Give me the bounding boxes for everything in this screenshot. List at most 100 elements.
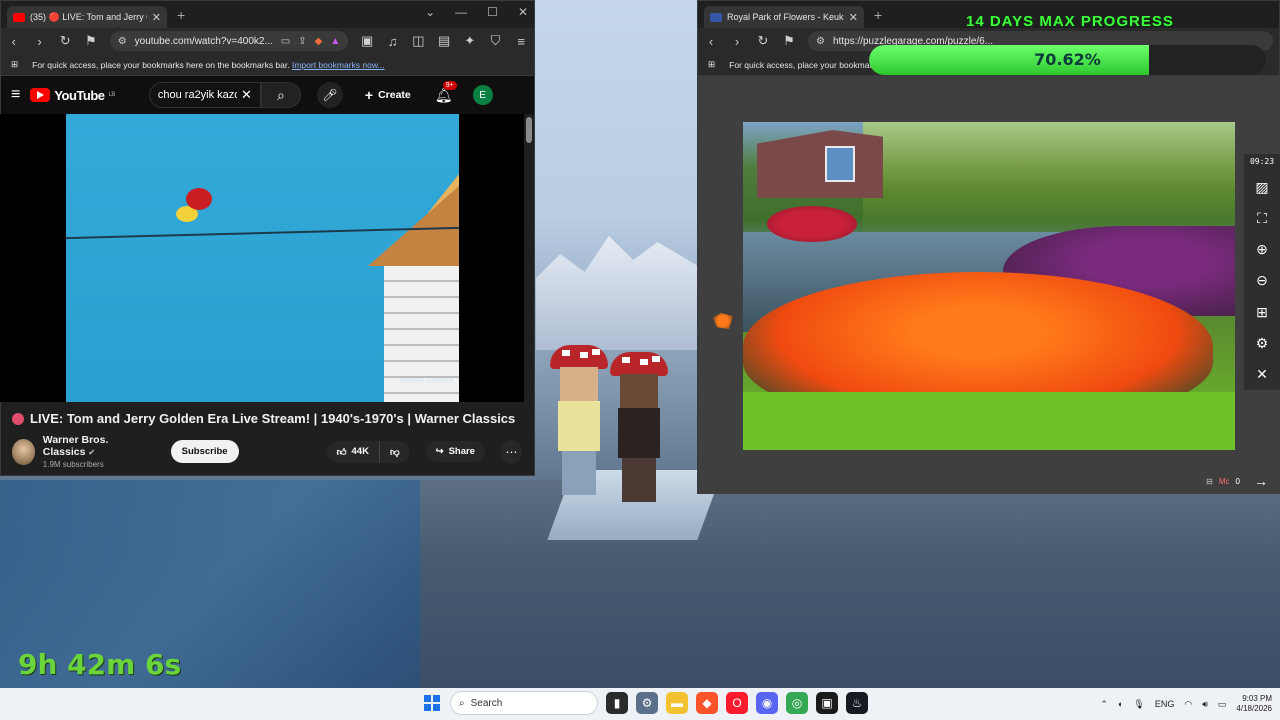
forward-icon[interactable]: › (730, 34, 744, 49)
preview-image-icon[interactable]: ▨ (1255, 172, 1268, 203)
notifications-bell-icon[interactable]: 🔔︎ 9+ (435, 80, 457, 104)
menu-icon[interactable]: ≡ (514, 34, 528, 49)
task-view-icon[interactable]: ▮ (606, 692, 628, 714)
grid-icon[interactable]: ⊞ (1256, 297, 1268, 328)
bookmark-icon[interactable]: ⚑ (782, 33, 796, 49)
more-actions-icon[interactable]: ⋯ (500, 439, 523, 464)
volume-icon[interactable]: 🔊︎ (1202, 699, 1208, 710)
subscribe-button[interactable]: Subscribe (170, 440, 239, 463)
live-indicator-icon (12, 412, 24, 425)
youtube-favicon-icon (13, 12, 25, 22)
brave-browser-icon[interactable]: ◆ (696, 692, 718, 714)
windows-start-icon[interactable] (422, 693, 442, 713)
channel-avatar[interactable] (12, 438, 35, 465)
avatar[interactable]: E (472, 85, 493, 105)
apps-icon[interactable]: ⊞ (708, 59, 715, 70)
reload-icon[interactable]: ↻ (58, 33, 72, 49)
forward-icon[interactable]: › (33, 34, 47, 49)
video-title-text: LIVE: Tom and Jerry Golden Era Live Stre… (30, 411, 516, 426)
channel-name[interactable]: Warner Bros. Classics (43, 434, 109, 458)
tab-search-icon[interactable]: ⌄ (425, 5, 435, 19)
share-page-icon[interactable]: ⇪ (298, 36, 306, 47)
mic-icon[interactable]: 🎙︎ (1133, 699, 1144, 710)
address-bar[interactable]: ⚙ youtube.com/watch?v=400k2... ▭ ⇪ ◆ ▲ (109, 31, 349, 51)
new-tab-icon[interactable]: + (874, 7, 882, 23)
back-icon[interactable]: ‹ (7, 34, 21, 49)
rewards-icon[interactable]: ▲ (330, 36, 340, 47)
browser-toolbar: ‹ › ↻ ⚑ ⚙ youtube.com/watch?v=400k2... ▭… (1, 28, 534, 54)
brave-shield-icon[interactable]: ◆ (315, 36, 323, 47)
page-scrollbar[interactable] (526, 115, 532, 467)
fullscreen-icon[interactable]: ⛶ (1257, 203, 1267, 234)
wallet-icon[interactable]: ▤ (437, 33, 451, 49)
bookmarks-hint: For quick access, place your bookmark (729, 59, 877, 70)
youtube-search-input[interactable]: chou ra2yik kazdc ✕ (148, 82, 261, 108)
search-query: chou ra2yik kazdc (157, 89, 237, 101)
verified-badge-icon: ✔ (88, 448, 96, 457)
wifi-icon[interactable]: ◠ (1184, 699, 1192, 710)
create-label: Create (378, 89, 411, 101)
maximize-icon[interactable]: ☐ (487, 5, 498, 19)
tab-youtube[interactable]: (35) 🔴 LIVE: Tom and Jerry G ✕ (7, 6, 167, 28)
window-controls: ⌄ — ☐ ✕ (425, 5, 528, 19)
new-tab-icon[interactable]: + (177, 7, 185, 23)
thumbs-up-icon: 👍︎ (336, 446, 347, 458)
puzzle-toolbar: 09:23 ▨ ⛶ ⊕ ⊖ ⊞ ⚙ ✕ (1244, 154, 1280, 390)
chrome-icon[interactable]: ◎ (786, 692, 808, 714)
bookmark-icon[interactable]: ⚑ (84, 33, 98, 49)
zoom-in-icon[interactable]: ⊕ (1256, 234, 1268, 265)
clear-search-icon[interactable]: ✕ (241, 87, 252, 103)
youtube-region-code: LB (108, 92, 116, 98)
puzzle-image[interactable] (743, 122, 1235, 450)
taskbar-clock[interactable]: 9:03 PM 4/18/2026 (1236, 694, 1272, 713)
tab-bar: (35) 🔴 LIVE: Tom and Jerry G ✕ + ⌄ — ☐ ✕ (1, 1, 534, 28)
close-tab-icon[interactable]: ✕ (152, 11, 161, 24)
minecraft-launcher-icon[interactable]: ▣ (816, 692, 838, 714)
close-window-icon[interactable]: ✕ (518, 5, 528, 19)
apps-icon[interactable]: ⊞ (11, 59, 18, 70)
battery-icon[interactable]: ▭ (1218, 699, 1227, 710)
share-icon: ↪ (435, 446, 444, 457)
settings-app-icon[interactable]: ⚙ (636, 692, 658, 714)
cast-icon[interactable]: ▭ (281, 36, 290, 47)
sidebar-icon[interactable]: ◫ (412, 33, 426, 49)
tray-chevron-icon[interactable]: ⌃ (1100, 699, 1108, 710)
create-button[interactable]: + Create (357, 82, 419, 108)
tray-app-icon[interactable]: ◐ (1118, 699, 1123, 709)
site-info-icon[interactable]: ⚙ (816, 36, 825, 47)
dislike-button[interactable]: 👎︎ (379, 440, 410, 463)
taskbar-search-placeholder: Search (470, 697, 503, 709)
youtube-logo[interactable]: YouTube LB (30, 88, 115, 103)
taskbar-search-input[interactable]: ⌕ Search (450, 691, 598, 715)
microphone-icon[interactable]: 🎤︎ (316, 82, 343, 108)
music-icon[interactable]: ♫ (386, 34, 400, 49)
vpn-icon[interactable]: ⛉ (489, 33, 503, 49)
hamburger-menu-icon[interactable]: ≡ (11, 86, 20, 104)
minimize-icon[interactable]: — (455, 5, 467, 19)
search-icon: ⌕ (459, 697, 465, 709)
puzzle-loose-piece[interactable] (713, 313, 733, 329)
back-icon[interactable]: ‹ (704, 34, 718, 49)
zoom-out-icon[interactable]: ⊖ (1256, 265, 1268, 296)
reader-icon[interactable]: ▣ (360, 33, 374, 49)
discord-icon[interactable]: ◉ (756, 692, 778, 714)
ai-icon[interactable]: ✦ (463, 33, 477, 49)
import-bookmarks-link[interactable]: Import bookmarks now... (292, 60, 385, 70)
puzzle-board[interactable]: 09:23 ▨ ⛶ ⊕ ⊖ ⊞ ⚙ ✕ ⊟ Mc 0 → (699, 77, 1280, 494)
file-explorer-icon[interactable]: ▬ (666, 692, 688, 714)
language-indicator[interactable]: ENG (1155, 699, 1175, 709)
warner-classics-watermark: WARNER CLASSICS (400, 377, 453, 384)
close-tab-icon[interactable]: ✕ (849, 11, 858, 24)
steam-icon[interactable]: ♨ (846, 692, 868, 714)
arrow-right-icon[interactable]: → (1254, 473, 1268, 489)
search-icon[interactable]: ⌕ (260, 82, 301, 108)
settings-gear-icon[interactable]: ⚙ (1256, 328, 1269, 359)
share-button[interactable]: ↪ Share (425, 441, 485, 462)
tab-puzzle[interactable]: Royal Park of Flowers - Keukenh ✕ (704, 6, 864, 28)
site-info-icon[interactable]: ⚙ (118, 36, 127, 47)
video-player[interactable]: WARNER CLASSICS (0, 114, 524, 402)
opera-icon[interactable]: O (726, 692, 748, 714)
reload-icon[interactable]: ↻ (756, 33, 770, 49)
like-button[interactable]: 👍︎ 44K (326, 440, 380, 463)
close-icon[interactable]: ✕ (1256, 359, 1268, 390)
